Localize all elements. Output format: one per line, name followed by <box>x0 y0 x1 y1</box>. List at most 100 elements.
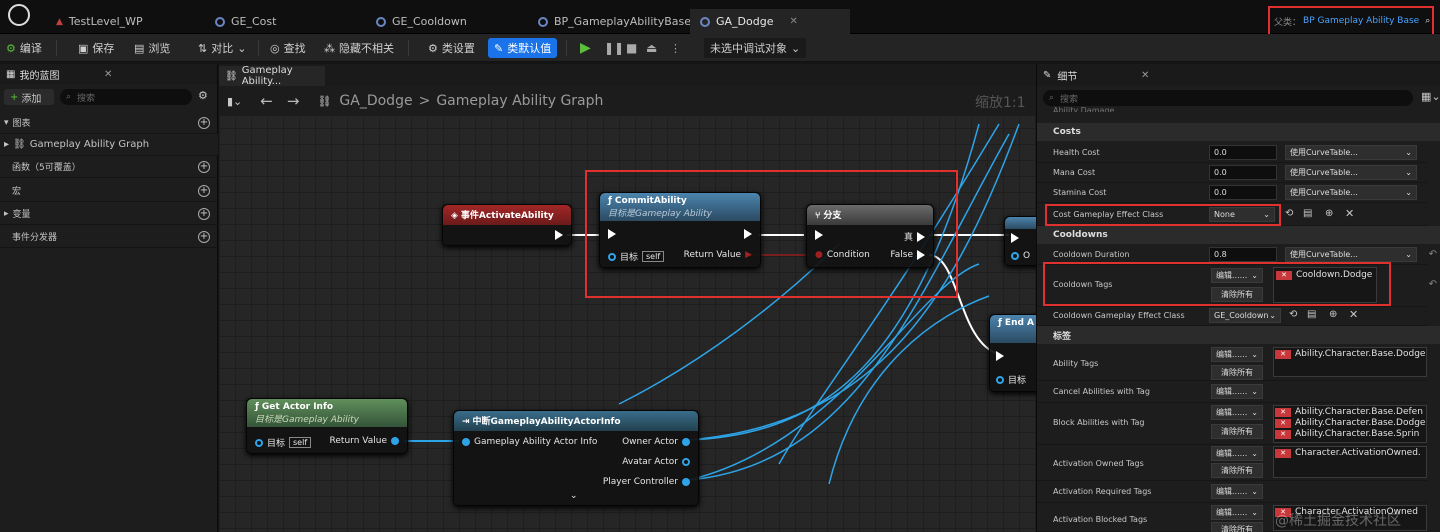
tab-ge-cost[interactable]: GE_Cost <box>205 9 286 34</box>
break-actorinfo-node[interactable]: ⇥ 中断GameplayAbilityActorInfo Gameplay Abi… <box>453 410 699 506</box>
clear-block-tags-button[interactable]: 清除所有 <box>1211 424 1263 439</box>
save-button[interactable]: ▣ 保存 <box>78 38 114 58</box>
edit-cancel-tags-dropdown[interactable]: 编辑...... ⌄ <box>1211 384 1263 399</box>
browse-folder-icon[interactable]: ▤ <box>1303 208 1312 219</box>
exec-out-pin[interactable] <box>555 230 563 240</box>
add-macro-icon[interactable]: + <box>198 184 210 197</box>
target-pin[interactable]: 目标 self <box>255 436 312 449</box>
clear-ability-tags-button[interactable]: 清除所有 <box>1211 365 1263 380</box>
close-icon[interactable]: ✕ <box>1141 70 1149 81</box>
exec-in-pin[interactable] <box>996 351 1004 361</box>
more-options-icon[interactable]: ⋮ <box>670 38 681 58</box>
edit-owned-tags-dropdown[interactable]: 编辑...... ⌄ <box>1211 446 1263 461</box>
settings-icon[interactable]: ⚙ <box>198 89 208 102</box>
section-graphs[interactable]: ▾ 图表 + <box>0 112 218 134</box>
owner-actor-pin[interactable]: Owner Actor <box>622 437 690 447</box>
hide-unrelated-button[interactable]: ⁂ 隐藏不相关 <box>324 38 394 58</box>
section-functions[interactable]: 函数（5可覆盖） + <box>0 156 218 178</box>
tab-bp-gameplayabilitybase[interactable]: BP_GameplayAbilityBase <box>528 9 701 34</box>
remove-tag-icon[interactable]: ✕ <box>1275 449 1291 458</box>
expand-chevron-icon[interactable]: ⌄ <box>570 491 578 501</box>
class-settings-button[interactable]: ⚙ 类设置 <box>428 38 475 58</box>
property-label: Cooldown Gameplay Effect Class <box>1053 311 1185 320</box>
tab-ge-cooldown[interactable]: GE_Cooldown <box>366 9 477 34</box>
close-tab-icon[interactable]: ✕ <box>789 16 797 27</box>
mana-cost-field[interactable]: 0.0 <box>1209 165 1277 180</box>
search-icon[interactable]: ⌕ <box>1425 16 1430 26</box>
pencil-icon: ✎ <box>1043 69 1052 81</box>
add-icon[interactable]: ⊕ <box>1329 309 1337 320</box>
stop-button[interactable]: ■ <box>626 38 637 58</box>
edit-blocked-tags-dropdown[interactable]: 编辑...... ⌄ <box>1211 505 1263 520</box>
details-search-input[interactable]: ⌕ 搜索 <box>1043 90 1413 106</box>
cooldown-duration-field[interactable]: 0.8 <box>1209 247 1277 262</box>
player-controller-pin[interactable]: Player Controller <box>603 477 690 487</box>
remove-tag-icon[interactable]: ✕ <box>1275 430 1291 439</box>
edit-block-tags-dropdown[interactable]: 编辑...... ⌄ <box>1211 405 1263 420</box>
class-defaults-button[interactable]: ✎ 类默认值 <box>488 38 558 58</box>
cooldown-ge-class-dropdown[interactable]: GE_Cooldown ⌄ <box>1209 308 1281 323</box>
parent-class-link[interactable]: BP Gameplay Ability Base <box>1303 16 1419 26</box>
avatar-actor-pin[interactable]: Avatar Actor <box>622 457 690 467</box>
reset-arrow-icon[interactable]: ↶ <box>1429 279 1437 290</box>
tab-testlevel[interactable]: ▲ TestLevel_WP <box>46 9 153 34</box>
ability-tag-list: ✕ Ability.Character.Base.Dodge <box>1273 347 1427 377</box>
return-value-pin[interactable]: Return Value <box>330 436 399 446</box>
pause-button[interactable]: ❚❚ <box>604 38 624 58</box>
stamina-cost-field[interactable]: 0.0 <box>1209 185 1277 200</box>
unreal-logo-icon[interactable] <box>8 4 30 26</box>
find-button[interactable]: ◎ 查找 <box>270 38 306 58</box>
diff-button[interactable]: ⇅ 对比 ⌄ <box>198 38 246 58</box>
exec-in-pin[interactable] <box>1011 233 1019 243</box>
parent-class[interactable]: 父类： BP Gameplay Ability Base ⌕ <box>1268 6 1434 36</box>
event-activateability-node[interactable]: ◈ 事件ActivateAbility <box>442 204 572 246</box>
use-selected-icon[interactable]: ⟲ <box>1289 309 1297 320</box>
add-dispatcher-icon[interactable]: + <box>198 230 210 243</box>
partial-node[interactable]: O <box>1004 216 1036 266</box>
close-icon[interactable]: ✕ <box>104 69 112 80</box>
clear-owned-tags-button[interactable]: 清除所有 <box>1211 463 1263 478</box>
clear-blocked-tags-button[interactable]: 清除所有 <box>1211 522 1263 532</box>
partial-pin[interactable]: O <box>1011 251 1030 261</box>
section-variables[interactable]: ▸ 变量 + <box>0 203 218 225</box>
graph-item[interactable]: ▸ ⛓ Gameplay Ability Graph <box>0 134 218 156</box>
debug-target-dropdown[interactable]: 未选中调试对象 ⌄ <box>704 38 807 58</box>
search-input[interactable]: ⌕ 搜索 <box>60 89 192 105</box>
edit-required-tags-dropdown[interactable]: 编辑...... ⌄ <box>1211 484 1263 499</box>
clear-icon[interactable]: ✕ <box>1345 207 1354 220</box>
remove-tag-icon[interactable]: ✕ <box>1275 350 1291 359</box>
section-event-dispatchers[interactable]: 事件分发器 + <box>0 226 218 248</box>
actor-info-in-pin[interactable]: Gameplay Ability Actor Info <box>462 437 597 447</box>
browse-folder-icon[interactable]: ▤ <box>1307 309 1316 320</box>
get-actor-info-node[interactable]: ƒ Get Actor Info 目标是Gameplay Ability 目标 sel… <box>246 398 408 454</box>
health-cost-curve-dropdown[interactable]: 使用CurveTable... ⌄ <box>1285 145 1417 160</box>
graph-editor[interactable]: ⛓ Gameplay Ability... ▮⌄ ← → ⛓ GA_Dodge >… <box>219 64 1036 532</box>
remove-tag-icon[interactable]: ✕ <box>1275 408 1291 417</box>
add-graph-icon[interactable]: + <box>198 116 210 129</box>
edit-ability-tags-dropdown[interactable]: 编辑...... ⌄ <box>1211 347 1263 362</box>
cooldowns-section[interactable]: Cooldowns <box>1037 226 1440 244</box>
section-macros[interactable]: 宏 + <box>0 180 218 202</box>
stamina-cost-curve-dropdown[interactable]: 使用CurveTable... ⌄ <box>1285 185 1417 200</box>
target-pin[interactable]: 目标 <box>996 373 1026 386</box>
view-options-icon[interactable]: ▦⌄ <box>1421 90 1440 103</box>
health-cost-field[interactable]: 0.0 <box>1209 145 1277 160</box>
reset-arrow-icon[interactable]: ↶ <box>1429 249 1437 260</box>
tab-ga-dodge[interactable]: GA_Dodge ✕ <box>690 9 850 34</box>
eject-button[interactable]: ⏏ <box>646 38 657 58</box>
add-function-icon[interactable]: + <box>198 160 210 173</box>
remove-tag-icon[interactable]: ✕ <box>1275 419 1291 428</box>
add-icon[interactable]: ⊕ <box>1325 208 1333 219</box>
clear-icon[interactable]: ✕ <box>1349 308 1358 321</box>
add-button[interactable]: + 添加 <box>4 89 54 105</box>
end-ability-node[interactable]: ƒ End A 目标 <box>989 314 1036 392</box>
mana-cost-curve-dropdown[interactable]: 使用CurveTable... ⌄ <box>1285 165 1417 180</box>
browse-button[interactable]: ▤ 浏览 <box>134 38 170 58</box>
cooldown-curve-dropdown[interactable]: 使用CurveTable... ⌄ <box>1285 247 1417 262</box>
compile-button[interactable]: ⚙ 编译 <box>6 38 42 58</box>
add-variable-icon[interactable]: + <box>198 207 210 220</box>
costs-section[interactable]: Costs <box>1037 123 1440 141</box>
play-button[interactable]: ▶ <box>580 38 591 58</box>
tags-section[interactable]: 标签 <box>1037 326 1440 344</box>
use-selected-icon[interactable]: ⟲ <box>1285 208 1293 219</box>
